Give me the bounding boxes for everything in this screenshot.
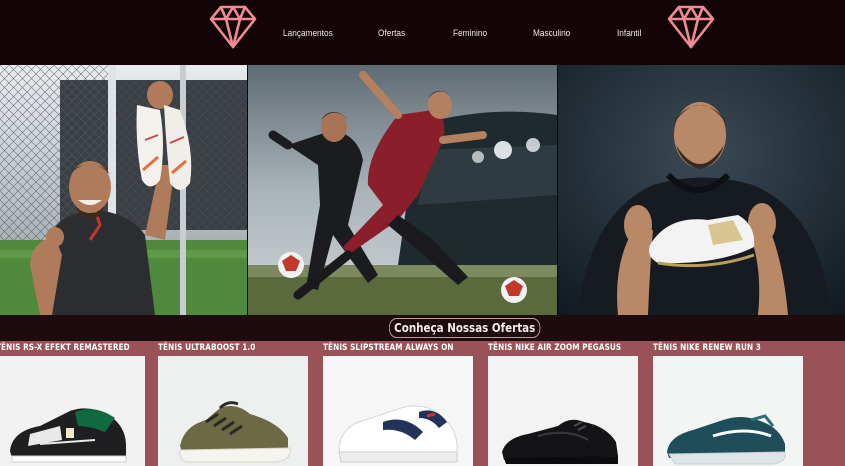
product-name: TÊNIS ULTRABOOST 1.0 <box>158 343 256 353</box>
product-name: TÊNIS NIKE AIR ZOOM PEGASUS <box>488 343 622 353</box>
hero-banner <box>0 65 845 315</box>
shoe-image[interactable] <box>158 356 308 466</box>
product-list: TÊNIS RS-X EFEKT REMASTERED TÊNIS ULTRAB… <box>0 341 845 466</box>
offers-band: Conheça Nossas Ofertas <box>0 315 845 341</box>
product-card-rs-x-efekt[interactable]: TÊNIS RS-X EFEKT REMASTERED <box>0 341 148 466</box>
offers-title: Conheça Nossas Ofertas <box>389 318 541 338</box>
nav-feminino[interactable]: Feminino <box>453 28 487 38</box>
nav-infantil[interactable]: Infantil <box>617 28 641 38</box>
hero-image-players-kicking <box>248 65 557 315</box>
shoe-image[interactable] <box>0 356 145 466</box>
product-card-ultraboost[interactable]: TÊNIS ULTRABOOST 1.0 <box>158 341 310 466</box>
hero-image-player-boots <box>0 65 247 315</box>
product-name: TÊNIS RS-X EFEKT REMASTERED <box>0 343 130 353</box>
shoe-image[interactable] <box>488 356 638 466</box>
product-card-air-zoom-pegasus[interactable]: TÊNIS NIKE AIR ZOOM PEGASUS <box>488 341 640 466</box>
nav-masculino[interactable]: Masculino <box>533 28 570 38</box>
shoe-image[interactable] <box>323 356 473 466</box>
product-name: TÊNIS SLIPSTREAM ALWAYS ON <box>323 343 454 353</box>
diamond-icon[interactable] <box>209 5 257 49</box>
product-card-renew-run-3[interactable]: TÊNIS NIKE RENEW RUN 3 <box>653 341 805 466</box>
site-header: Lançamentos Ofertas Feminino Masculino I… <box>0 0 845 65</box>
nav-ofertas[interactable]: Ofertas <box>378 28 405 38</box>
product-name: TÊNIS NIKE RENEW RUN 3 <box>653 343 761 353</box>
product-card-slipstream[interactable]: TÊNIS SLIPSTREAM ALWAYS ON <box>323 341 475 466</box>
shoe-image[interactable] <box>653 356 803 466</box>
diamond-icon[interactable] <box>667 5 715 49</box>
nav-lancamentos[interactable]: Lançamentos <box>283 28 333 38</box>
hero-image-player-white-boot <box>558 65 845 315</box>
